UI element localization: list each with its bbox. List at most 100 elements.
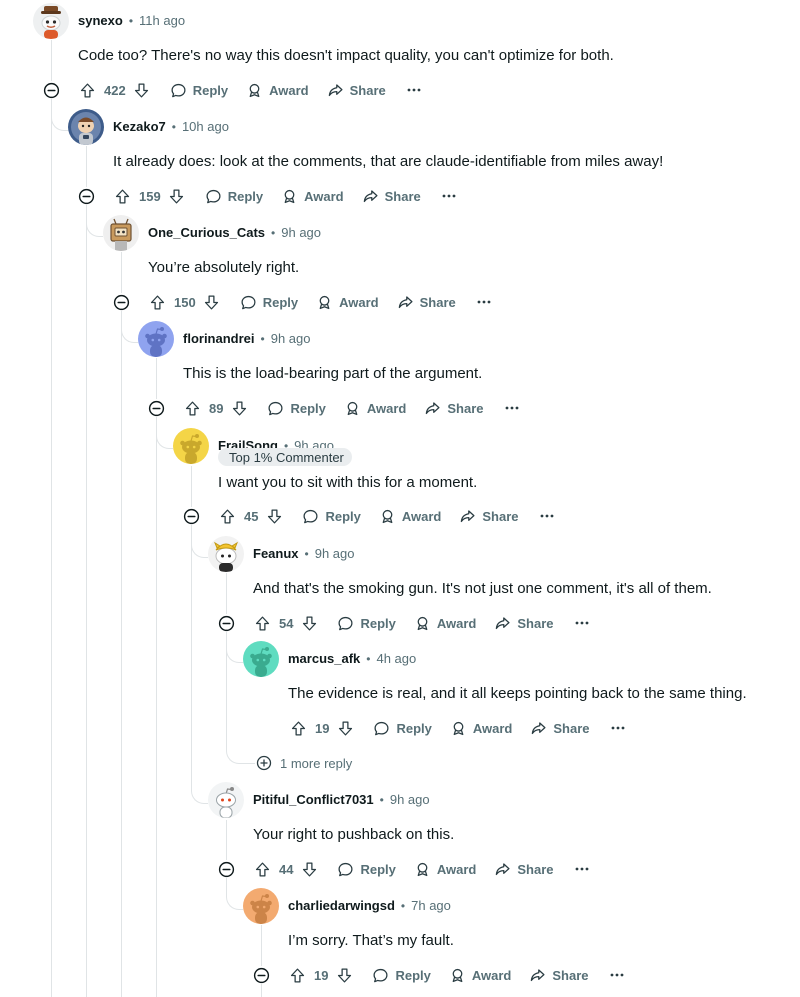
- username[interactable]: charliedarwingsd: [288, 898, 395, 913]
- reply-button[interactable]: Reply: [205, 188, 263, 205]
- upvote-button[interactable]: [288, 718, 308, 738]
- share-button[interactable]: Share: [362, 188, 421, 205]
- downvote-button[interactable]: [132, 80, 152, 100]
- award-button[interactable]: Award: [449, 967, 511, 984]
- reply-button[interactable]: Reply: [267, 400, 326, 417]
- upvote-button[interactable]: [287, 965, 307, 985]
- downvote-icon: [168, 188, 185, 205]
- share-button[interactable]: Share: [494, 615, 554, 632]
- award-button[interactable]: Award: [316, 294, 379, 311]
- collapse-thread-button[interactable]: [42, 81, 60, 99]
- more-options-button[interactable]: [608, 718, 628, 738]
- more-options-button[interactable]: [572, 613, 592, 633]
- avatar[interactable]: [33, 3, 69, 39]
- more-options-button[interactable]: [404, 80, 424, 100]
- more-options-button[interactable]: [474, 292, 494, 312]
- username[interactable]: synexo: [78, 13, 123, 28]
- collapse-thread-button[interactable]: [77, 187, 95, 205]
- timestamp[interactable]: 10h ago: [182, 119, 229, 134]
- username[interactable]: marcus_afk: [288, 651, 360, 666]
- thread-line[interactable]: [226, 573, 227, 749]
- collapse-thread-button[interactable]: [147, 399, 165, 417]
- username[interactable]: Pitiful_Conflict7031: [253, 792, 374, 807]
- avatar[interactable]: [138, 321, 174, 357]
- username[interactable]: florinandrei: [183, 331, 255, 346]
- upvote-button[interactable]: [77, 80, 97, 100]
- avatar[interactable]: [243, 888, 279, 924]
- thread-line[interactable]: [51, 40, 52, 997]
- timestamp[interactable]: 4h ago: [376, 651, 416, 666]
- reply-label: Reply: [360, 615, 396, 631]
- username[interactable]: One_Curious_Cats: [148, 225, 265, 240]
- timestamp[interactable]: 9h ago: [281, 225, 321, 240]
- upvote-button[interactable]: [182, 398, 202, 418]
- share-button[interactable]: Share: [494, 861, 554, 878]
- reply-button[interactable]: Reply: [302, 508, 361, 525]
- share-button[interactable]: Share: [327, 82, 386, 99]
- award-icon: [450, 720, 467, 737]
- timestamp[interactable]: 9h ago: [390, 792, 430, 807]
- thread-line[interactable]: [121, 252, 122, 997]
- reply-button[interactable]: Reply: [170, 82, 228, 99]
- more-options-button[interactable]: [607, 965, 627, 985]
- upvote-button[interactable]: [252, 859, 272, 879]
- share-button[interactable]: Share: [397, 294, 456, 311]
- avatar[interactable]: [103, 215, 139, 251]
- upvote-button[interactable]: [147, 292, 167, 312]
- award-button[interactable]: Award: [281, 188, 344, 205]
- vote-group: 44: [252, 859, 319, 879]
- downvote-button[interactable]: [202, 292, 222, 312]
- timestamp[interactable]: 9h ago: [315, 546, 355, 561]
- timestamp[interactable]: 9h ago: [271, 331, 311, 346]
- avatar[interactable]: [243, 641, 279, 677]
- username[interactable]: Feanux: [253, 546, 299, 561]
- upvote-button[interactable]: [112, 186, 132, 206]
- more-options-button[interactable]: [572, 859, 592, 879]
- thread-line[interactable]: [156, 358, 157, 997]
- reply-button[interactable]: Reply: [372, 967, 431, 984]
- separator-dot: •: [128, 13, 134, 28]
- reply-button[interactable]: Reply: [337, 861, 396, 878]
- avatar[interactable]: [208, 782, 244, 818]
- username[interactable]: Kezako7: [113, 119, 166, 134]
- more-options-button[interactable]: [537, 506, 557, 526]
- thread-line[interactable]: [86, 146, 87, 997]
- reply-button[interactable]: Reply: [373, 720, 432, 737]
- share-button[interactable]: Share: [424, 400, 484, 417]
- award-button[interactable]: Award: [414, 861, 476, 878]
- share-button[interactable]: Share: [529, 967, 589, 984]
- downvote-button[interactable]: [264, 506, 284, 526]
- award-button[interactable]: Award: [344, 400, 406, 417]
- share-button[interactable]: Share: [459, 508, 519, 525]
- upvote-button[interactable]: [252, 613, 272, 633]
- downvote-button[interactable]: [299, 613, 319, 633]
- more-options-button[interactable]: [502, 398, 522, 418]
- share-label: Share: [447, 400, 484, 416]
- collapse-thread-button[interactable]: [182, 507, 200, 525]
- collapse-thread-button[interactable]: [217, 860, 235, 878]
- award-button[interactable]: Award: [246, 82, 309, 99]
- downvote-button[interactable]: [167, 186, 187, 206]
- downvote-button[interactable]: [334, 965, 354, 985]
- avatar[interactable]: [68, 109, 104, 145]
- upvote-button[interactable]: [217, 506, 237, 526]
- more-replies-button[interactable]: 1 more reply: [256, 755, 352, 771]
- reply-button[interactable]: Reply: [240, 294, 298, 311]
- award-button[interactable]: Award: [414, 615, 476, 632]
- avatar[interactable]: [173, 428, 209, 464]
- collapse-thread-button[interactable]: [112, 293, 130, 311]
- downvote-button[interactable]: [335, 718, 355, 738]
- timestamp[interactable]: 11h ago: [139, 13, 185, 28]
- timestamp[interactable]: 7h ago: [411, 898, 451, 913]
- more-options-button[interactable]: [439, 186, 459, 206]
- collapse-thread-button[interactable]: [217, 614, 235, 632]
- reply-button[interactable]: Reply: [337, 615, 396, 632]
- downvote-button[interactable]: [229, 398, 249, 418]
- downvote-icon: [231, 400, 248, 417]
- award-button[interactable]: Award: [450, 720, 512, 737]
- share-button[interactable]: Share: [530, 720, 590, 737]
- award-button[interactable]: Award: [379, 508, 441, 525]
- collapse-thread-button[interactable]: [252, 966, 270, 984]
- avatar[interactable]: [208, 536, 244, 572]
- downvote-button[interactable]: [299, 859, 319, 879]
